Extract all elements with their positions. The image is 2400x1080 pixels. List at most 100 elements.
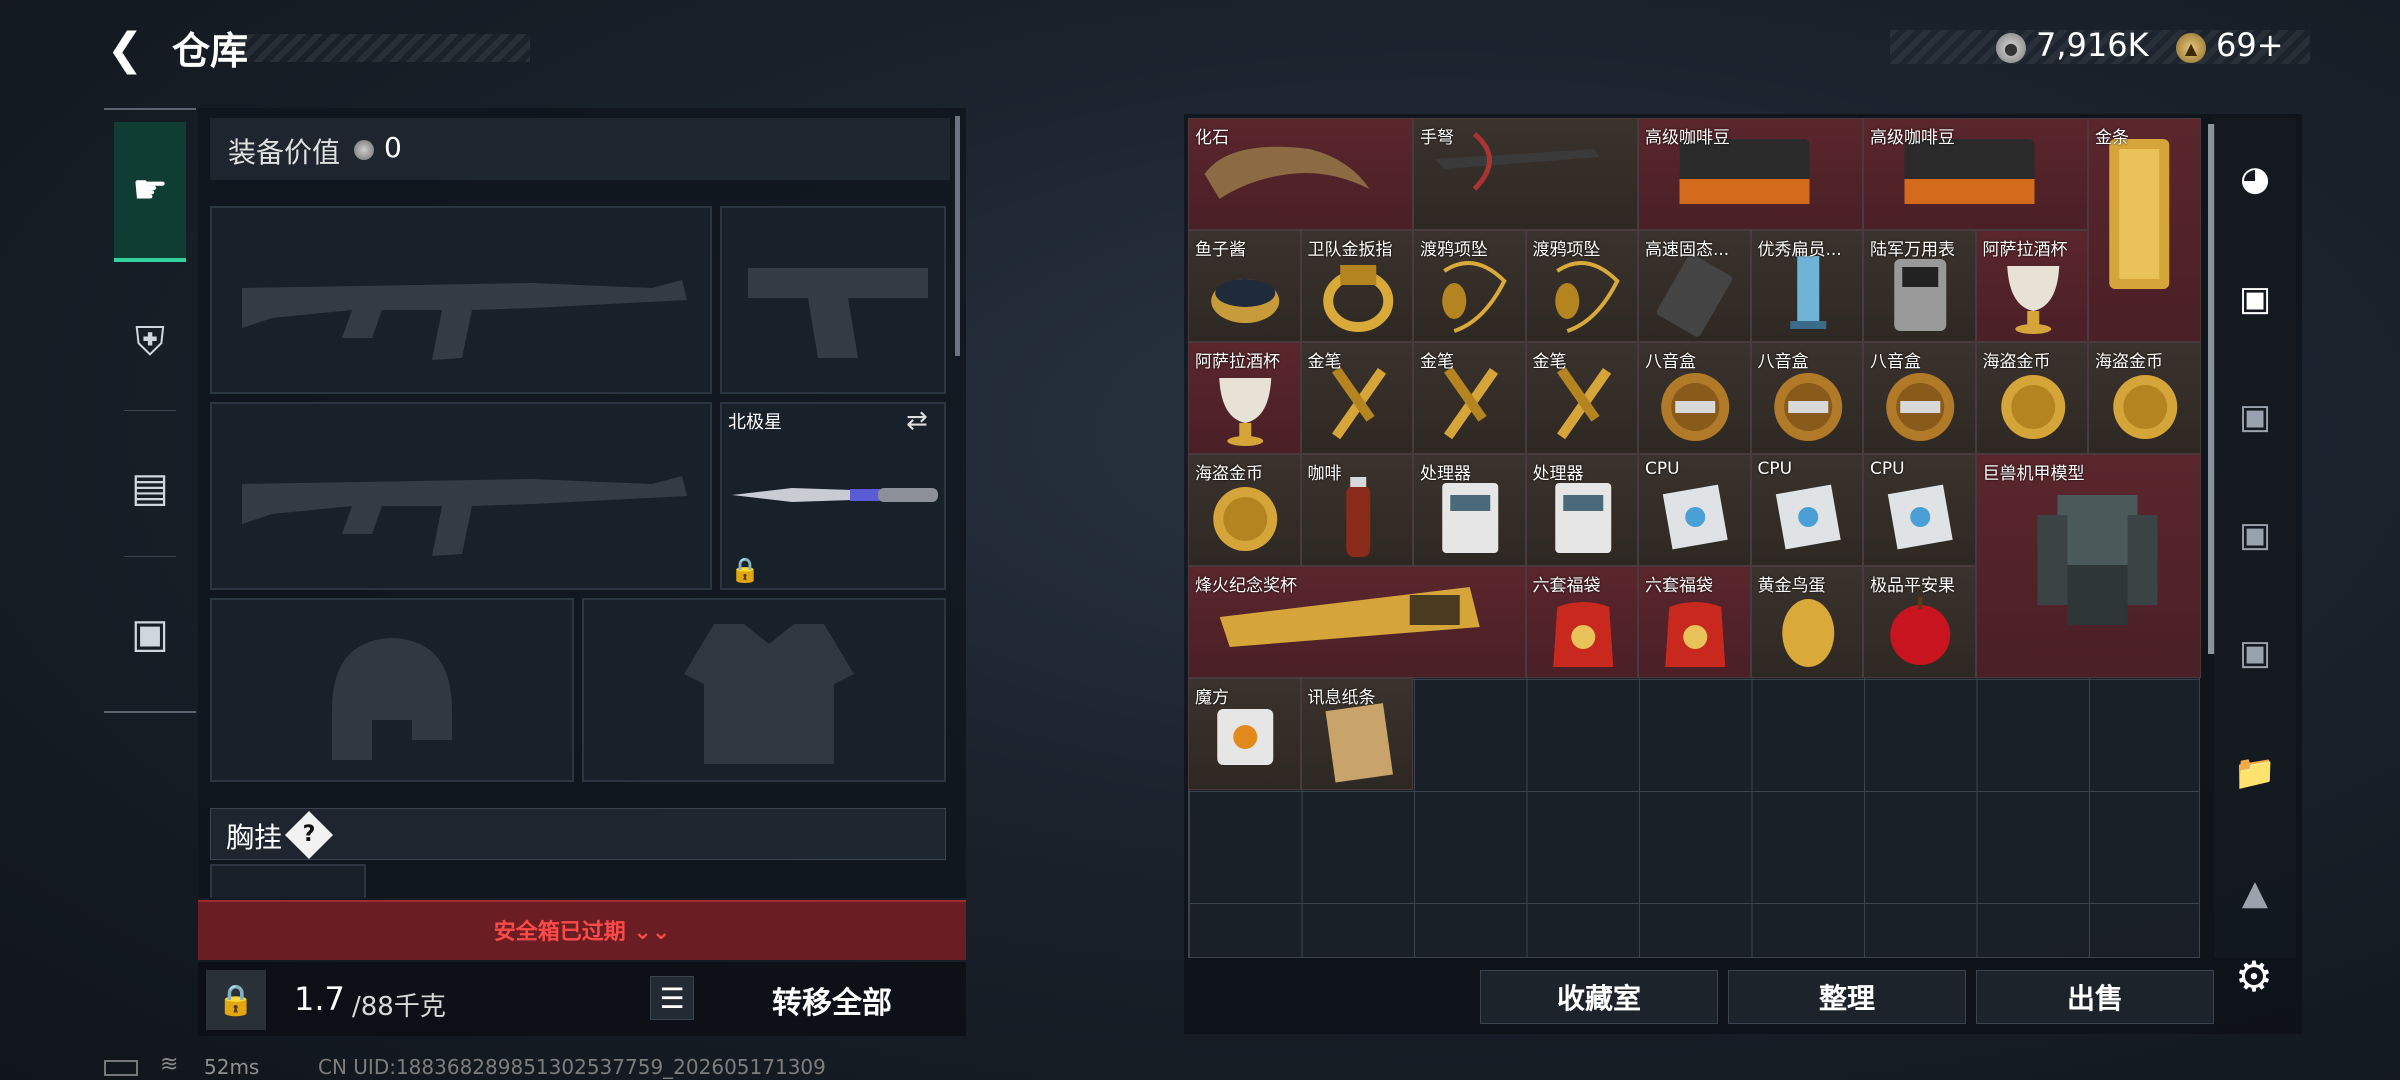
storage-tab-icon: ▲ bbox=[2241, 873, 2269, 913]
storage-item[interactable]: 海盗金币 bbox=[1188, 454, 1301, 566]
storage-tab-4[interactable]: ▣ bbox=[2224, 622, 2286, 684]
tickets-amount[interactable]: 69+ bbox=[2216, 26, 2284, 64]
storage-item[interactable]: 陆军万用表 bbox=[1863, 230, 1976, 342]
item-name: 巨兽机甲模型 bbox=[1982, 464, 2085, 484]
storage-item[interactable]: CPU bbox=[1750, 454, 1863, 566]
item-name: 讯息纸条 bbox=[1307, 688, 1376, 708]
item-name: 手弩 bbox=[1420, 128, 1454, 148]
title-decoration bbox=[230, 34, 530, 62]
settings-button[interactable]: ⚙ bbox=[2226, 948, 2282, 1004]
storage-item[interactable]: 八音盒 bbox=[1638, 342, 1751, 454]
knife-icon bbox=[732, 488, 938, 502]
storage-item[interactable]: 高级咖啡豆 bbox=[1863, 118, 2088, 230]
pistol-icon: ☛ bbox=[132, 167, 168, 213]
storage-item[interactable]: 金笔 bbox=[1525, 342, 1638, 454]
collection-room-button[interactable]: 收藏室 bbox=[1480, 970, 1718, 1024]
storage-item[interactable]: 化石 bbox=[1188, 118, 1413, 230]
storage-item[interactable]: 海盗金币 bbox=[2088, 342, 2201, 454]
sell-button[interactable]: 出售 bbox=[1976, 970, 2214, 1024]
back-button[interactable]: ❮ bbox=[100, 24, 150, 75]
equipment-value-amount: 0 bbox=[384, 131, 402, 164]
item-name: 高速固态... bbox=[1645, 240, 1730, 260]
rail-tab-case[interactable]: ▣ bbox=[114, 564, 186, 704]
storage-item[interactable]: 咖啡 bbox=[1300, 454, 1413, 566]
transfer-all-button[interactable]: 转移全部 bbox=[710, 970, 954, 1030]
item-name: 烽火纪念奖杯 bbox=[1195, 576, 1297, 596]
safe-box-expired-text: 安全箱已过期 ⌄⌄ bbox=[493, 920, 671, 945]
help-icon[interactable]: ? bbox=[284, 810, 334, 860]
item-name: 高级咖啡豆 bbox=[1645, 128, 1730, 148]
swap-icon[interactable]: ⇄ bbox=[906, 406, 928, 436]
storage-item[interactable]: 讯息纸条 bbox=[1300, 678, 1413, 790]
storage-item[interactable]: 优秀扁员... bbox=[1750, 230, 1863, 342]
item-name: 金笔 bbox=[1420, 352, 1454, 372]
gold-ticket-icon[interactable]: ▲ bbox=[2176, 33, 2206, 63]
rifle-silhouette-icon bbox=[242, 280, 687, 360]
primary-weapon-slot-1[interactable] bbox=[210, 206, 712, 394]
item-name: 渡鸦项坠 bbox=[1532, 240, 1601, 260]
rail-tab-armor[interactable]: ⛨ bbox=[114, 272, 186, 412]
item-name: 六套福袋 bbox=[1532, 576, 1601, 596]
scrollbar[interactable] bbox=[955, 116, 960, 356]
item-name: 渡鸦项坠 bbox=[1420, 240, 1488, 260]
vest-slot[interactable] bbox=[582, 598, 946, 782]
storage-tab-icon: ▣ bbox=[2238, 633, 2272, 673]
storage-item[interactable]: 阿萨拉酒杯 bbox=[1188, 342, 1301, 454]
storage-item[interactable]: 阿萨拉酒杯 bbox=[1975, 230, 2088, 342]
storage-item[interactable]: 处理器 bbox=[1525, 454, 1638, 566]
item-name: CPU bbox=[1645, 459, 1680, 479]
pistol-slot[interactable] bbox=[720, 206, 946, 394]
storage-item[interactable]: 海盗金币 bbox=[1975, 342, 2088, 454]
storage-item[interactable]: 八音盒 bbox=[1863, 342, 1976, 454]
uid-text: CN UID:18836828985130253775​9_2026051713… bbox=[318, 1055, 826, 1079]
chest-rig-slot[interactable] bbox=[210, 864, 366, 898]
storage-item[interactable]: 金笔 bbox=[1413, 342, 1526, 454]
storage-tab-3[interactable]: ▣ bbox=[2224, 504, 2286, 566]
category-rail: ☛ ⛨ ▤ ▣ bbox=[104, 108, 196, 713]
storage-item[interactable]: 高速固态... bbox=[1638, 230, 1751, 342]
storage-tab-main[interactable]: ◕ bbox=[2224, 148, 2286, 210]
vest-silhouette-icon bbox=[684, 624, 854, 764]
battery-icon bbox=[104, 1060, 138, 1076]
storage-tab-6[interactable]: ▲ bbox=[2224, 862, 2286, 924]
storage-item[interactable]: 烽火纪念奖杯 bbox=[1188, 566, 1526, 678]
item-name: 极品平安果 bbox=[1870, 576, 1955, 596]
list-view-button[interactable]: ☰ bbox=[650, 976, 694, 1020]
organize-button[interactable]: 整理 bbox=[1728, 970, 1966, 1024]
storage-item[interactable]: 手弩 bbox=[1413, 118, 1638, 230]
storage-item[interactable]: 卫队金扳指 bbox=[1300, 230, 1413, 342]
rail-tab-weapons[interactable]: ☛ bbox=[114, 122, 186, 262]
silver-coin-icon: ● bbox=[1996, 33, 2026, 63]
item-name: CPU bbox=[1757, 459, 1793, 479]
storage-item[interactable]: 处理器 bbox=[1413, 454, 1526, 566]
item-name: 八音盒 bbox=[1757, 352, 1809, 372]
storage-item[interactable]: 金条 bbox=[2088, 118, 2201, 342]
storage-item[interactable]: 六套福袋 bbox=[1638, 566, 1751, 678]
storage-item[interactable]: 黄金鸟蛋 bbox=[1750, 566, 1863, 678]
storage-item[interactable]: 巨兽机甲模型 bbox=[1975, 454, 2201, 678]
backpack-lock-button[interactable]: 🔒 bbox=[206, 970, 266, 1030]
storage-item[interactable]: 八音盒 bbox=[1750, 342, 1863, 454]
lock-icon: 🔒 bbox=[730, 556, 760, 584]
storage-item[interactable]: 六套福袋 bbox=[1525, 566, 1638, 678]
weight-current: 1.7 bbox=[294, 980, 345, 1018]
storage-tab-2[interactable]: ▣ bbox=[2224, 386, 2286, 448]
storage-tab-1[interactable]: ▣ bbox=[2224, 268, 2286, 330]
silver-coin-icon bbox=[354, 140, 374, 160]
primary-weapon-slot-2[interactable] bbox=[210, 402, 712, 590]
storage-item[interactable]: CPU bbox=[1638, 454, 1751, 566]
item-name: 八音盒 bbox=[1870, 352, 1921, 372]
storage-item[interactable]: 极品平安果 bbox=[1863, 566, 1976, 678]
storage-item[interactable]: 渡鸦项坠 bbox=[1413, 230, 1526, 342]
helmet-slot[interactable] bbox=[210, 598, 574, 782]
storage-item[interactable]: 鱼子酱 bbox=[1188, 230, 1301, 342]
storage-tab-5[interactable]: 📁 bbox=[2224, 742, 2286, 804]
storage-item[interactable]: CPU bbox=[1863, 454, 1976, 566]
storage-item[interactable]: 渡鸦项坠 bbox=[1525, 230, 1638, 342]
storage-item[interactable]: 金笔 bbox=[1300, 342, 1413, 454]
storage-tab-icon: ▣ bbox=[2238, 397, 2272, 437]
rail-tab-backpack[interactable]: ▤ bbox=[114, 418, 186, 558]
storage-tab-icon: ▣ bbox=[2238, 279, 2272, 319]
storage-item[interactable]: 魔方 bbox=[1188, 678, 1301, 790]
storage-item[interactable]: 高级咖啡豆 bbox=[1638, 118, 1863, 230]
